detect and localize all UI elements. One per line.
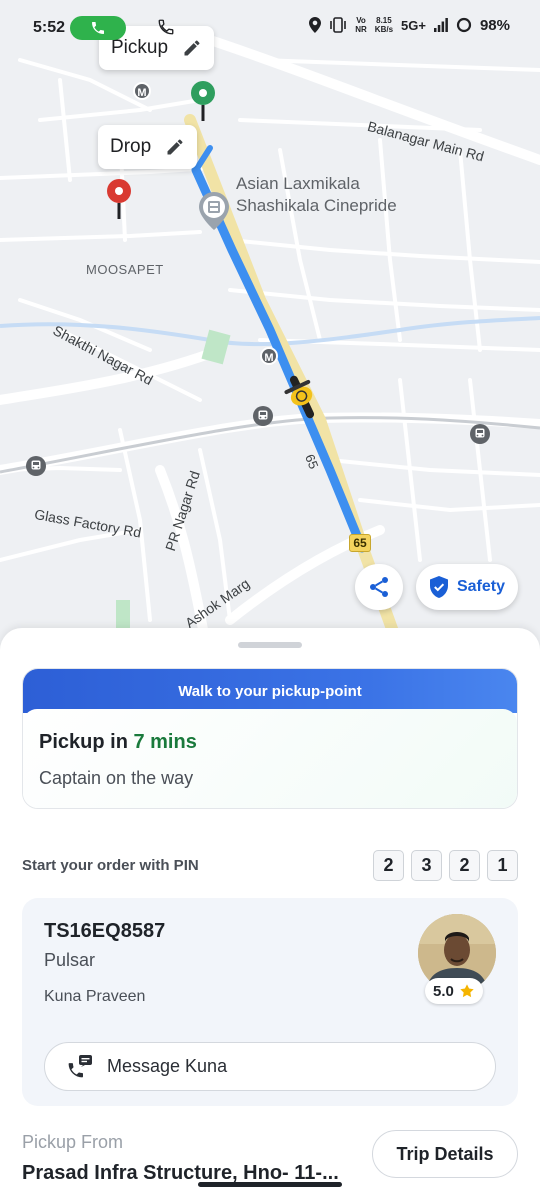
map-view[interactable]: Balanagar Main Rd Asian Laxmikala Shashi… [0,0,540,660]
phone-outline-icon [158,19,174,35]
data-speed-unit: KB/s [374,25,394,34]
pickup-from-label: Pickup From [22,1132,124,1152]
vibrate-icon [330,17,347,33]
rating-value: 5.0 [433,982,454,1000]
phone-message-icon [68,1054,92,1077]
eta-prefix: Pickup in [39,731,134,753]
signal-icon [433,18,448,32]
eta-card: Walk to your pickup-point Pickup in 7 mi… [22,668,518,809]
eta-body: Pickup in 7 mins Captain on the way [23,709,517,808]
pin-digit: 1 [487,849,518,881]
status-time: 5:52 [33,19,66,36]
ride-pin-row: Start your order with PIN 2 3 2 1 [22,848,518,882]
pin-digit: 2 [449,849,480,881]
ride-pin-label: Start your order with PIN [22,856,199,874]
safety-button[interactable]: Safety [416,564,518,610]
volte-bottom: NR [355,25,367,34]
captain-name: Kuna Praveen [44,988,146,1005]
shield-check-icon [429,576,448,598]
sheet-drag-handle[interactable] [238,642,302,648]
trip-details-button[interactable]: Trip Details [372,1130,518,1178]
poi-label-cinema: Asian Laxmikala Shashikala Cinepride [236,173,397,217]
data-speed-value: 8.15 [376,16,392,25]
battery-percent: 98% [479,16,510,34]
safety-label: Safety [456,578,506,595]
status-right-group: Vo NR 8.15 KB/s 5G+ 98% [309,16,510,34]
ongoing-call-pill[interactable] [70,16,126,40]
eta-subtitle: Captain on the way [39,768,194,788]
vehicle-plate: TS16EQ8587 [44,920,166,942]
pin-digit: 3 [411,849,442,881]
pickup-pin-icon [191,81,215,121]
ride-pin-digits: 2 3 2 1 [373,849,518,881]
phone-icon [92,22,104,34]
vehicle-model: Pulsar [44,950,96,970]
cinema-marker-icon [199,192,229,230]
captain-card: TS16EQ8587 Pulsar Kuna Praveen 5.0 Messa… [22,898,518,1106]
train-station-icon [253,406,273,426]
metro-icon: M [260,347,278,365]
location-icon [309,17,322,33]
data-speed: 8.15 KB/s [375,16,393,34]
share-icon [370,577,388,597]
system-nav-handle[interactable] [198,1182,342,1187]
battery-ring-icon [456,17,472,33]
poi-label-cinema-line2: Shashikala Cinepride [236,196,397,215]
highway-badge: 65 [349,534,371,552]
star-icon [460,984,474,998]
share-button[interactable] [355,564,403,610]
volte-top: Vo [356,16,366,25]
metro-icon: M [133,82,151,100]
edit-pencil-icon[interactable] [165,137,185,157]
area-label-moosapet: MOOSAPET [86,262,164,277]
captain-rating: 5.0 [425,978,483,1004]
map-background [0,0,540,660]
drop-pin-icon [107,179,131,219]
drop-chip-label: Drop [110,136,152,157]
ride-bottom-sheet: Walk to your pickup-point Pickup in 7 mi… [0,628,540,1200]
message-captain-button[interactable]: Message Kuna [44,1042,496,1091]
eta-minutes: 7 mins [133,731,197,753]
message-captain-label: Message Kuna [107,1056,228,1076]
volte-indicator: Vo NR [355,16,367,34]
status-bar: 5:52 Vo NR 8.15 KB/s 5G+ 98% [0,0,540,56]
network-type: 5G+ [401,17,426,33]
drop-chip[interactable]: Drop [98,125,198,169]
train-station-icon [26,456,46,476]
pin-digit: 2 [373,849,404,881]
eta-title: Pickup in 7 mins [39,731,501,754]
poi-label-cinema-line1: Asian Laxmikala [236,174,360,193]
train-station-icon [470,424,490,444]
captain-bike-icon [284,375,315,419]
eta-banner: Walk to your pickup-point [23,669,517,713]
